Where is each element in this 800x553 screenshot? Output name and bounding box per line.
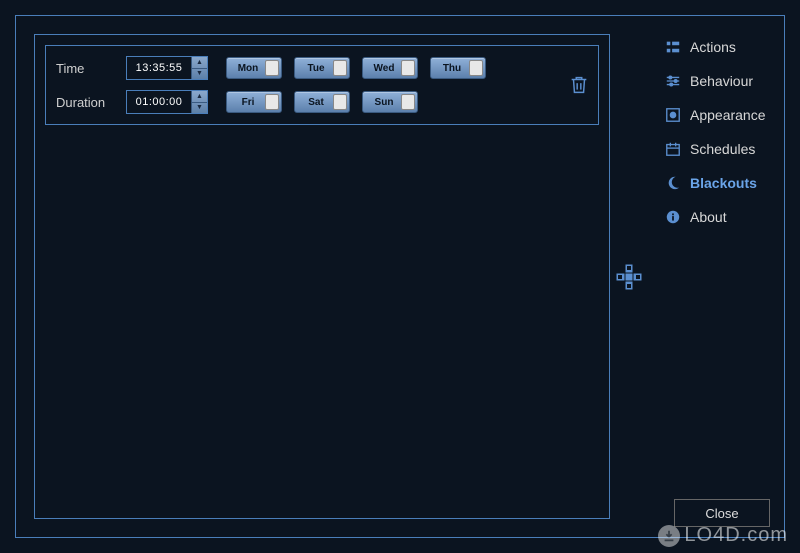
sidebar-item-label: Behaviour [690,73,753,89]
sidebar-item-label: Actions [690,39,736,55]
time-value: 13:35:55 [127,57,191,79]
blackout-entry: Time 13:35:55 ▲ ▼ MonTueWedThu Duration … [45,45,599,125]
duration-down-button[interactable]: ▼ [192,103,207,114]
blackouts-panel: Time 13:35:55 ▲ ▼ MonTueWedThu Duration … [34,34,610,519]
sidebar-item-schedules[interactable]: Schedules [660,134,774,164]
toggle-thumb [333,94,347,110]
toggle-thumb [265,60,279,76]
delete-entry-button[interactable] [568,73,590,97]
toggle-thumb [333,60,347,76]
day-toggle-wed[interactable]: Wed [362,57,418,79]
sidebar: Actions Behaviour Appearance Schedules Black… [650,16,784,537]
duration-spinner-buttons: ▲ ▼ [191,91,207,113]
day-toggles-row2: Fri Sat Sun [226,91,558,113]
day-toggle-thu[interactable]: Thu [430,57,486,79]
sidebar-item-blackouts[interactable]: Blackouts [660,168,774,198]
day-toggle-sun[interactable]: Sun [362,91,418,113]
toggle-thumb [265,94,279,110]
toggle-thumb [469,60,483,76]
close-button[interactable]: Close [674,499,770,527]
duration-label: Duration [56,95,116,110]
day-toggle-mon[interactable]: Mon [226,57,282,79]
sidebar-item-appearance[interactable]: Appearance [660,100,774,130]
toggle-thumb [401,60,415,76]
time-down-button[interactable]: ▼ [192,69,207,80]
sidebar-item-about[interactable]: About [660,202,774,232]
toggle-thumb [401,94,415,110]
time-spinner-buttons: ▲ ▼ [191,57,207,79]
sidebar-item-label: Blackouts [690,175,757,191]
behaviour-icon [664,72,682,90]
time-spinner[interactable]: 13:35:55 ▲ ▼ [126,56,208,80]
sidebar-item-label: Appearance [690,107,766,123]
app-frame: Time 13:35:55 ▲ ▼ MonTueWedThu Duration … [15,15,785,538]
add-entry-button[interactable] [616,264,642,290]
duration-up-button[interactable]: ▲ [192,91,207,103]
main-area: Time 13:35:55 ▲ ▼ MonTueWedThu Duration … [16,16,650,537]
day-toggle-fri[interactable]: Fri [226,91,282,113]
appearance-icon [664,106,682,124]
time-label: Time [56,61,116,76]
about-icon [664,208,682,226]
duration-spinner[interactable]: 01:00:00 ▲ ▼ [126,90,208,114]
sidebar-item-behaviour[interactable]: Behaviour [660,66,774,96]
day-toggle-sat[interactable]: Sat [294,91,350,113]
schedules-icon [664,140,682,158]
day-toggles-row1: Mon Tue Wed Thu [226,57,558,79]
time-up-button[interactable]: ▲ [192,57,207,69]
sidebar-item-actions[interactable]: Actions [660,32,774,62]
sidebar-item-label: About [690,209,727,225]
duration-value: 01:00:00 [127,91,191,113]
day-toggle-tue[interactable]: Tue [294,57,350,79]
sidebar-item-label: Schedules [690,141,755,157]
blackouts-icon [664,174,682,192]
actions-icon [664,38,682,56]
